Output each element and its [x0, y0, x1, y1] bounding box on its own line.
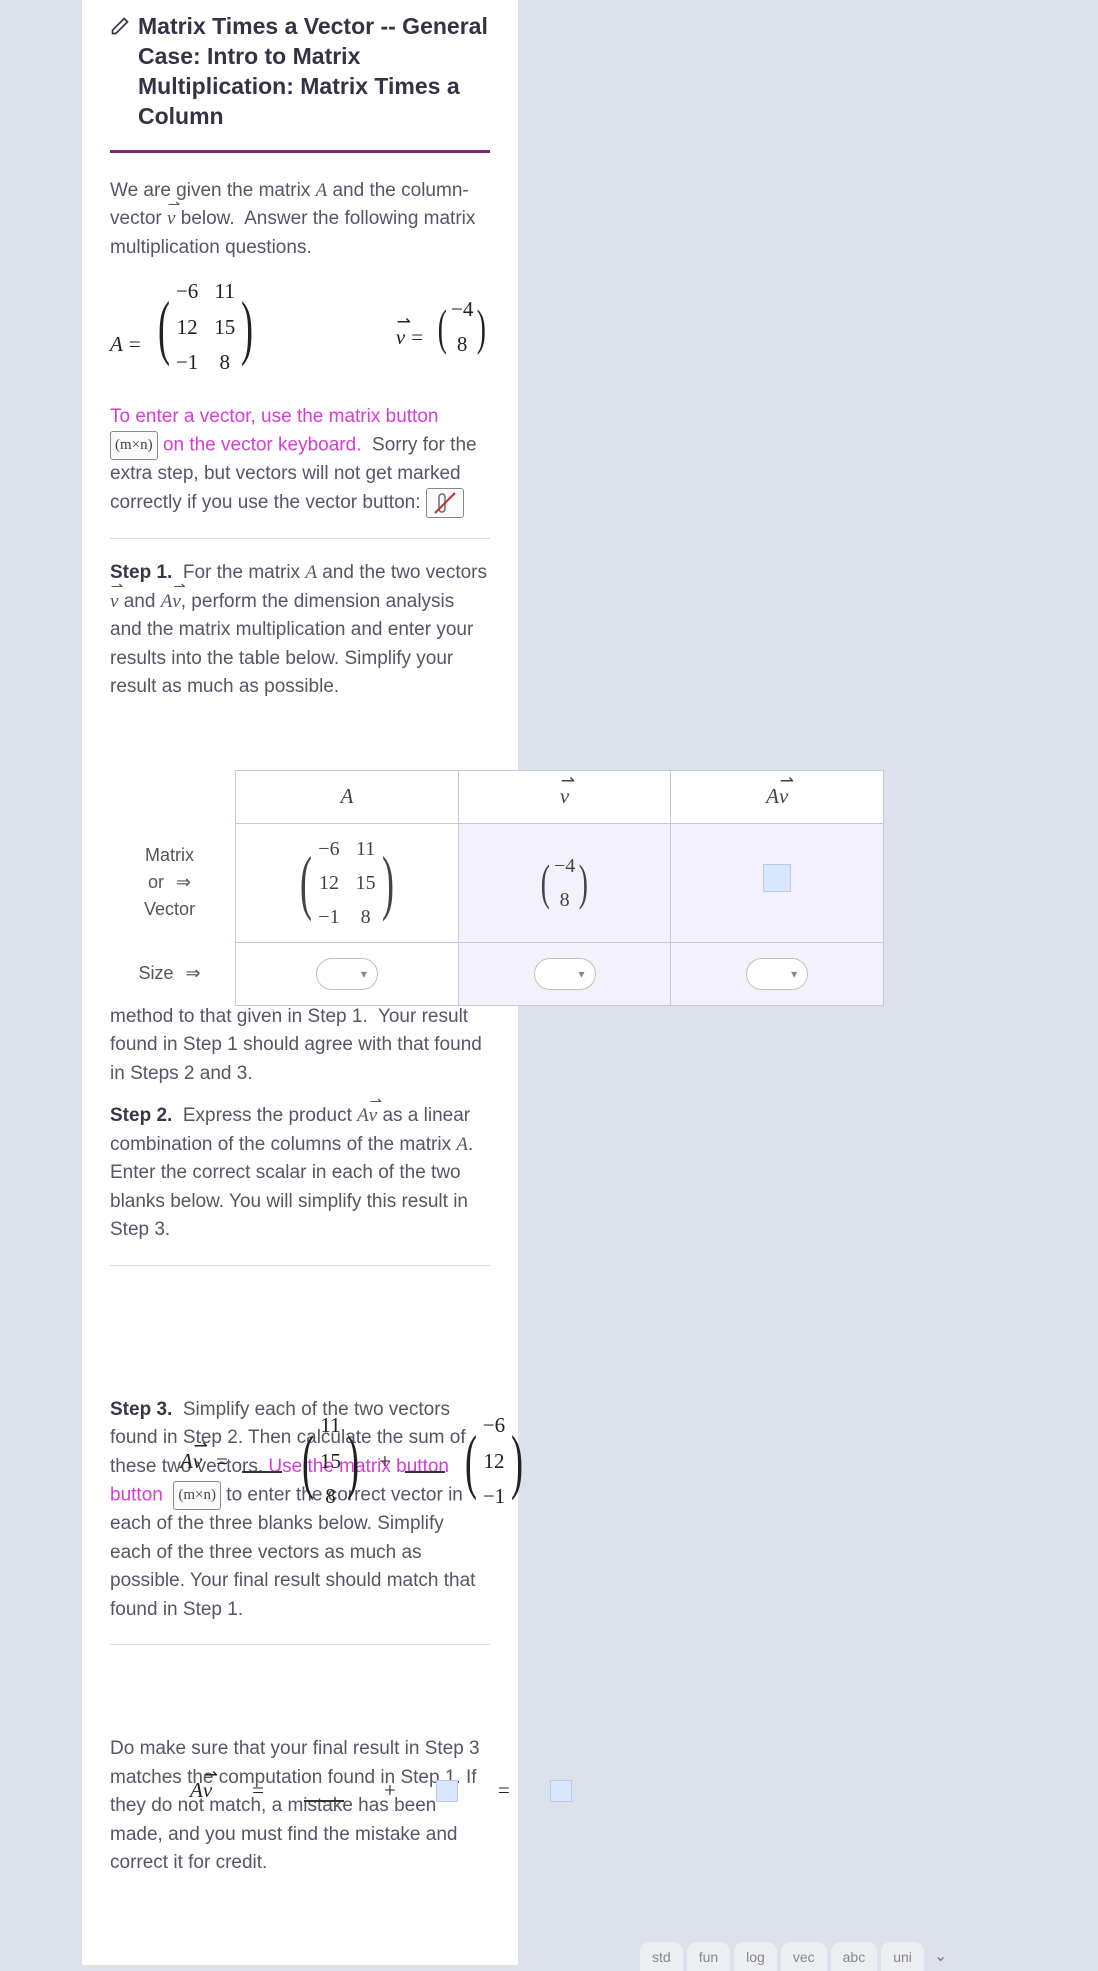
mxn-button-icon: (m×n) [110, 431, 158, 460]
vector-button-icon-crossed [426, 488, 464, 518]
given-equations: A= ( −611 1215 −18 ) v= ( −4 [110, 276, 490, 379]
size-select-A[interactable]: ▾ [316, 958, 378, 990]
step2-text: Step 2. Express the product Av as a line… [110, 1102, 490, 1245]
scalar-blank-1[interactable] [242, 1450, 282, 1473]
size-select-Av[interactable]: ▾ [746, 958, 808, 990]
step3-equation: Av = + = [190, 1775, 572, 1807]
vector-instruction: To enter a vector, use the matrix button… [110, 403, 490, 519]
scalar-blank-2[interactable] [405, 1450, 445, 1473]
vector-blank-2[interactable] [436, 1780, 458, 1802]
keyboard-tabs: std fun log vec abc uni ⌄ [640, 1942, 953, 1971]
page-title-row: Matrix Times a Vector -- General Case: I… [110, 12, 490, 132]
kb-tab-vec[interactable]: vec [781, 1942, 827, 1971]
title-divider [110, 150, 490, 153]
cell-A-value: ( −611 1215 −18 ) [236, 823, 459, 942]
page-title: Matrix Times a Vector -- General Case: I… [138, 12, 490, 132]
size-select-v[interactable]: ▾ [534, 958, 596, 990]
divider-step3 [110, 1644, 490, 1645]
row-label-size: Size⇒ [104, 942, 236, 1005]
col-head-A: A [236, 771, 459, 824]
vector-blank-3[interactable] [550, 1780, 572, 1802]
kb-tab-abc[interactable]: abc [831, 1942, 878, 1971]
pencil-icon [110, 16, 130, 36]
dimension-table: A v Av Matrix or⇒ Vector ( −611 1215 [104, 770, 884, 1006]
cell-v-value: ( −48 ) [458, 823, 671, 942]
cell-Av-answer[interactable] [671, 823, 884, 942]
kb-tab-uni[interactable]: uni [881, 1942, 924, 1971]
intro-text: We are given the matrix A and the column… [110, 177, 490, 263]
answer-input-Av[interactable] [763, 864, 791, 892]
divider-step2 [110, 1265, 490, 1266]
divider-1 [110, 538, 490, 539]
row-label-matrix-vector: Matrix or⇒ Vector [104, 823, 236, 942]
kb-tab-std[interactable]: std [640, 1942, 683, 1971]
col-head-v: v [458, 771, 671, 824]
kb-tab-fun[interactable]: fun [687, 1942, 730, 1971]
col-head-Av: Av [671, 771, 884, 824]
step1-text: Step 1. For the matrix A and the two vec… [110, 559, 490, 702]
vector-blank-1[interactable] [304, 1779, 344, 1802]
kb-tab-log[interactable]: log [734, 1942, 777, 1971]
step2-equation: Av = ( 11158 ) + ( −612−1 ) [180, 1410, 529, 1513]
